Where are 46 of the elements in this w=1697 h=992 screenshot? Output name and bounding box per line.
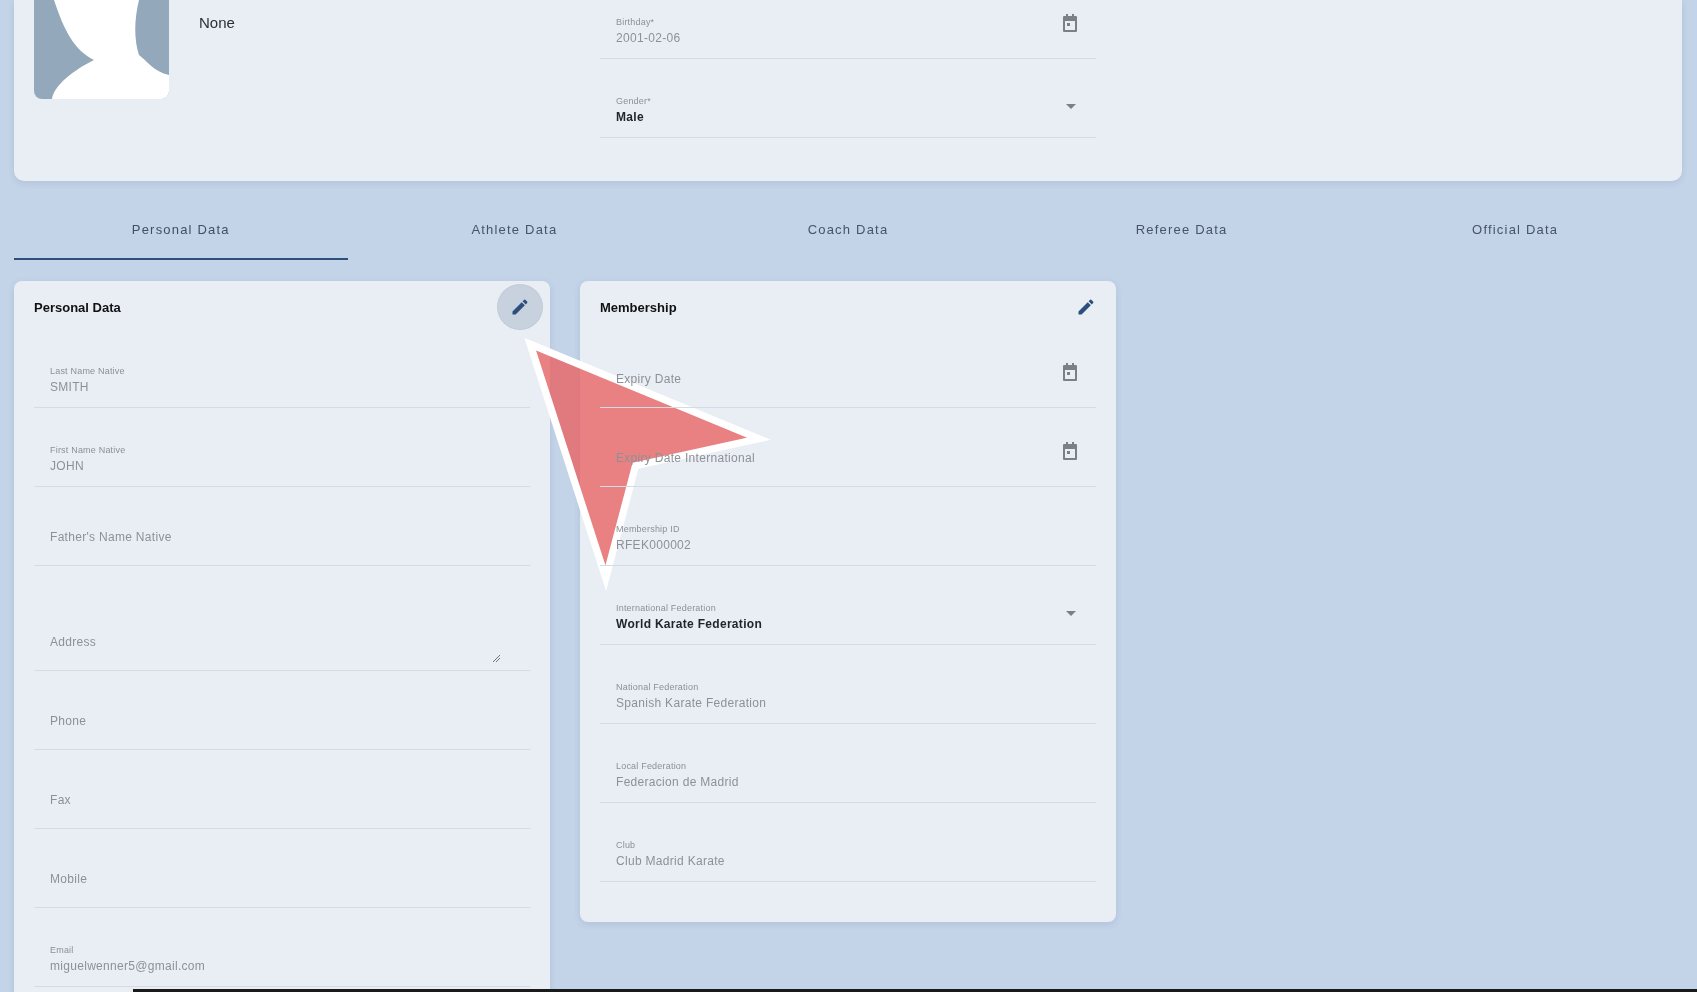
tab[interactable]: Referee Data [1014,200,1349,260]
field-label: Birthday* [616,17,656,27]
field-label: Membership ID [616,524,681,534]
field-value: Club Madrid Karate [616,854,726,868]
card-title: Membership [600,299,677,315]
field-placeholder: Fax [50,793,72,809]
field-label: Local Federation [616,761,688,771]
field-value: JOHN [50,459,85,473]
field-value: Spanish Karate Federation [616,696,768,710]
field-label: Gender* [616,96,652,106]
edit-button[interactable] [498,285,542,329]
tab[interactable]: Official Data [1348,200,1682,260]
field-label: Last Name Native [50,366,126,376]
tab[interactable]: Athlete Data [347,200,682,260]
field-value: 2001-02-06 [616,31,682,45]
field-value: SMITH [50,380,90,394]
select-field[interactable]: Gender* Male [600,59,1096,138]
field-placeholder: Father's Name Native [50,530,173,546]
field-value: Male [616,110,645,124]
field-placeholder: Phone [50,714,88,730]
tab[interactable]: Personal Data [14,200,348,260]
resize-handle-icon[interactable] [492,654,500,662]
field-value: World Karate Federation [616,617,764,631]
field-label: International Federation [616,603,717,613]
field-placeholder: Expiry Date International [616,451,756,467]
pencil-icon [510,297,530,317]
category-value: None [199,14,235,31]
horizontal-scrollbar[interactable] [133,989,1697,992]
caret-icon[interactable] [1066,610,1076,616]
calendar-icon[interactable] [1060,13,1080,33]
caret-icon[interactable] [1066,103,1076,109]
pencil-icon [1076,297,1096,317]
field-placeholder: Address [50,635,98,651]
card-title: Personal Data [34,299,121,315]
field-value: RFEK000002 [616,538,693,552]
calendar-icon[interactable] [1060,441,1080,461]
tab[interactable]: Coach Data [681,200,1015,260]
field-label: Club [616,840,637,850]
field-placeholder: Expiry Date [616,372,683,388]
field-placeholder: Mobile [50,872,89,888]
field-value: Federacion de Madrid [616,775,740,789]
field-label: National Federation [616,682,700,692]
field-value: miguelwenner5@gmail.com [50,959,207,973]
calendar-icon[interactable] [1060,362,1080,382]
field-label: First Name Native [50,445,127,455]
field-label: Email [50,945,75,955]
